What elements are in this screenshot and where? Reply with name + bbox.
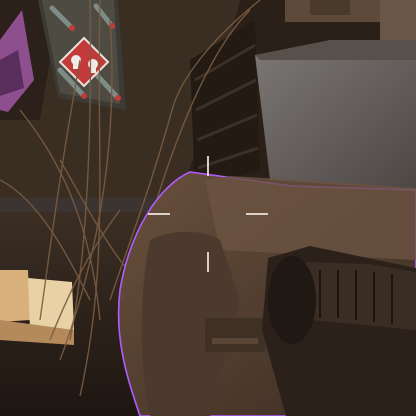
game-scene xyxy=(0,0,416,416)
lit-crate-front xyxy=(28,278,74,330)
game-viewport[interactable] xyxy=(0,0,416,416)
item-grip xyxy=(205,318,265,352)
lit-crate-side xyxy=(0,270,30,322)
light-wall-panel xyxy=(255,55,416,190)
held-item xyxy=(117,171,416,416)
ceiling-corner xyxy=(380,0,416,40)
ceiling-detail xyxy=(310,0,350,15)
